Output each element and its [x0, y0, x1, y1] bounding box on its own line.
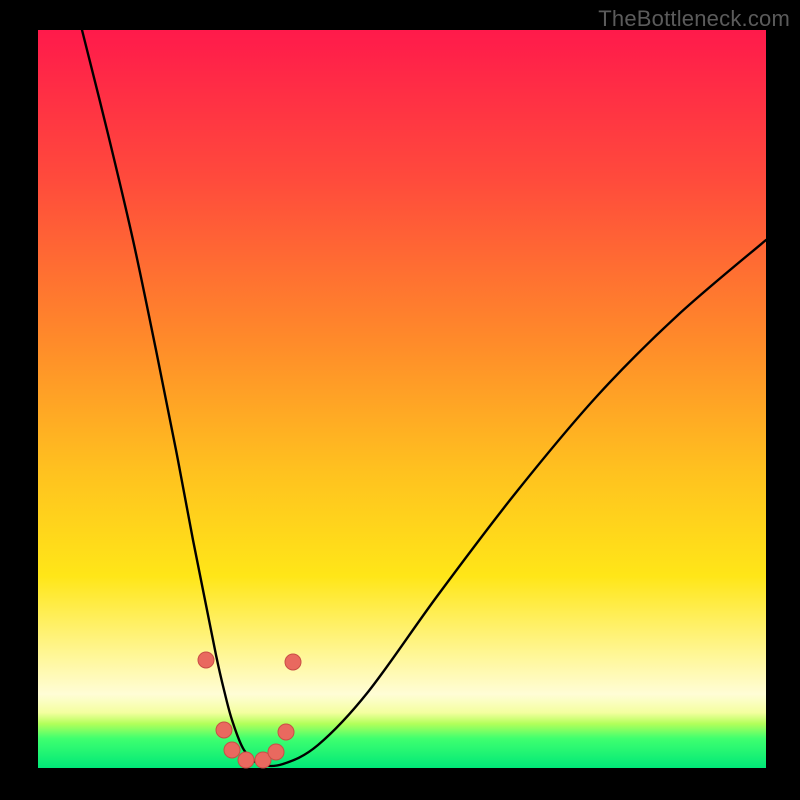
curve-marker [216, 722, 232, 738]
bottleneck-curve [82, 30, 766, 766]
watermark-text: TheBottleneck.com [598, 6, 790, 32]
curve-marker [268, 744, 284, 760]
chart-frame: TheBottleneck.com [0, 0, 800, 800]
curve-marker [285, 654, 301, 670]
curve-layer [38, 30, 766, 768]
curve-marker [224, 742, 240, 758]
plot-area [38, 30, 766, 768]
curve-marker [198, 652, 214, 668]
curve-markers [198, 652, 301, 768]
curve-marker [238, 752, 254, 768]
curve-marker [278, 724, 294, 740]
